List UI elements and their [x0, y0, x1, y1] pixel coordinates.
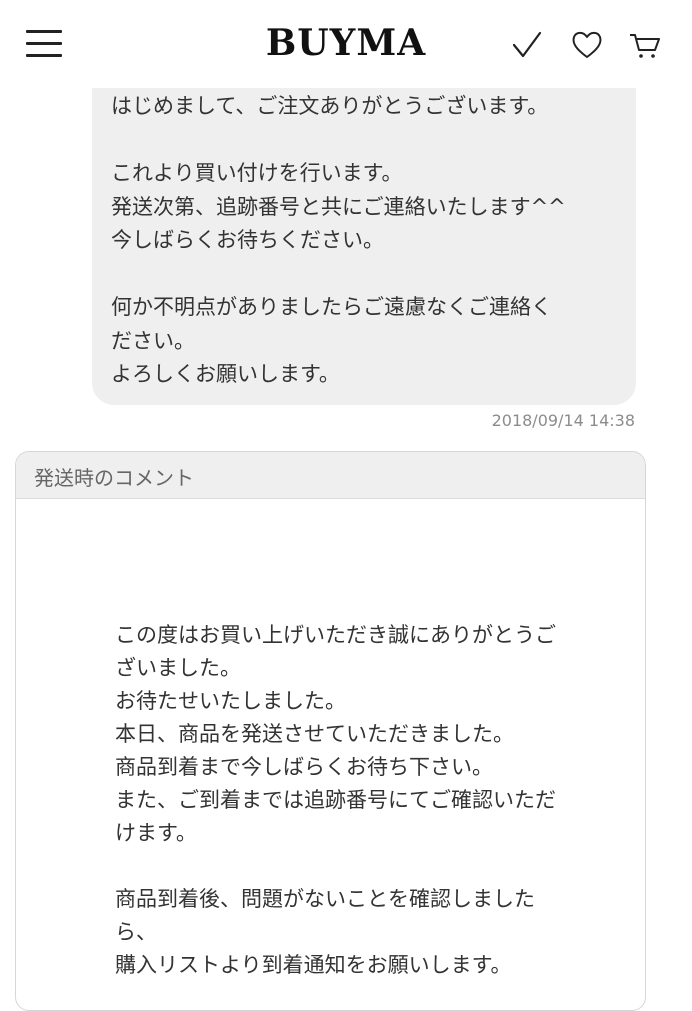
- message-line: 何か不明点がありましたらご遠慮なくご連絡く: [111, 295, 552, 319]
- comment-line: また、ご到着までは追跡番号にてご確認いただ: [115, 788, 556, 812]
- message-bubble: はじめまして、ご注文ありがとうございます。 これより買い付けを行います。 発送次…: [92, 40, 636, 405]
- comment-line: 商品到着まで今しばらくお待ち下さい。: [115, 755, 493, 779]
- shipping-comment-title: 発送時のコメント: [16, 452, 645, 499]
- shipping-comment-card: 発送時のコメント この度はお買い上げいただき誠にありがとうご ざいました。 お待…: [15, 451, 646, 1011]
- message-line: はじめまして、ご注文ありがとうございます。: [111, 94, 549, 118]
- comment-line: けます。: [115, 821, 197, 845]
- comment-line: 購入リストより到着通知をお願いします。: [115, 953, 512, 977]
- check-icon[interactable]: [510, 28, 544, 62]
- message-line: よろしくお願いします。: [111, 362, 340, 386]
- menu-icon[interactable]: [26, 30, 62, 58]
- comment-line: 本日、商品を発送させていただきました。: [115, 722, 514, 746]
- logo-text[interactable]: BUYMA: [266, 22, 426, 64]
- message-line: これより買い付けを行います。: [111, 161, 403, 185]
- message-line: ださい。: [111, 328, 195, 353]
- cart-icon[interactable]: [628, 28, 662, 62]
- comment-line: お待たせいたしました。: [115, 689, 346, 713]
- heart-icon[interactable]: [570, 28, 604, 62]
- message-timestamp: 2018/09/14 14:38: [491, 411, 635, 430]
- comment-line: [115, 850, 556, 883]
- shipping-comment-body: この度はお買い上げいただき誠にありがとうご ざいました。 お待たせいたしました。…: [115, 619, 556, 982]
- message-line: [111, 258, 616, 292]
- message-line: 発送次第、追跡番号と共にご連絡いたします^^: [111, 194, 566, 219]
- app-header: BUYMA: [0, 0, 692, 88]
- message-line: [111, 124, 616, 158]
- message-line: 今しばらくお待ちください。: [111, 228, 384, 252]
- comment-line: ら、: [115, 920, 157, 944]
- comment-line: この度はお買い上げいただき誠にありがとうご: [115, 623, 556, 647]
- comment-line: 商品到着後、問題がないことを確認しました: [115, 887, 535, 911]
- comment-line: ざいました。: [115, 656, 241, 680]
